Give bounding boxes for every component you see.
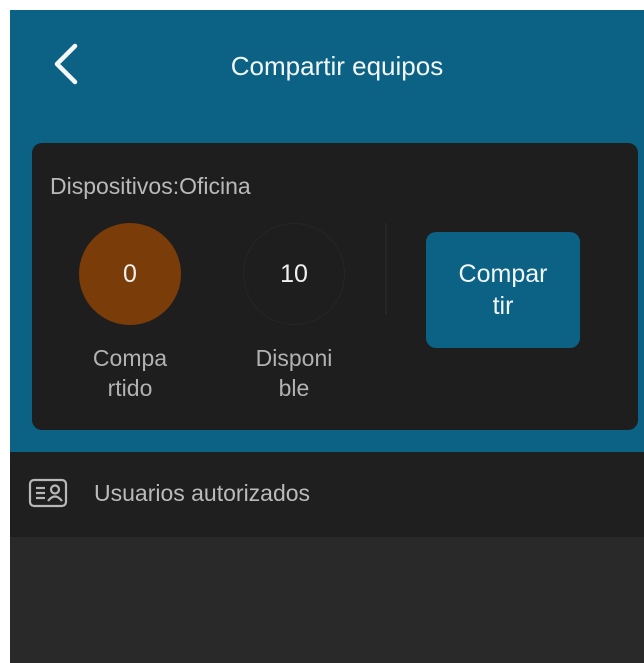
share-button[interactable]: Compar tir	[426, 232, 580, 348]
available-count: 10	[280, 259, 308, 288]
device-share-card: Dispositivos:Oficina 0 Compa rtido 10 Di…	[32, 143, 638, 430]
shared-count-circle: 0	[79, 223, 181, 325]
shared-label: Compa rtido	[65, 343, 195, 403]
available-count-circle: 10	[243, 223, 345, 325]
shared-label-text: Compa rtido	[92, 345, 168, 401]
vertical-divider	[385, 223, 387, 315]
page-title: Compartir equipos	[230, 51, 444, 81]
authorized-users-label: Usuarios autorizados	[94, 480, 311, 506]
available-label: Disponi ble	[229, 343, 359, 403]
authorized-users-row[interactable]: Usuarios autorizados	[10, 452, 644, 537]
app-screen: Compartir equipos Dispositivos:Oficina 0…	[10, 10, 644, 663]
top-bar: Compartir equipos	[10, 10, 644, 128]
available-label-text: Disponi ble	[255, 345, 333, 401]
users-list-area	[10, 537, 644, 663]
contact-card-icon	[28, 478, 68, 508]
device-group-title: Dispositivos:Oficina	[50, 173, 251, 199]
shared-count: 0	[123, 259, 137, 288]
share-button-label: Compar tir	[458, 260, 548, 320]
